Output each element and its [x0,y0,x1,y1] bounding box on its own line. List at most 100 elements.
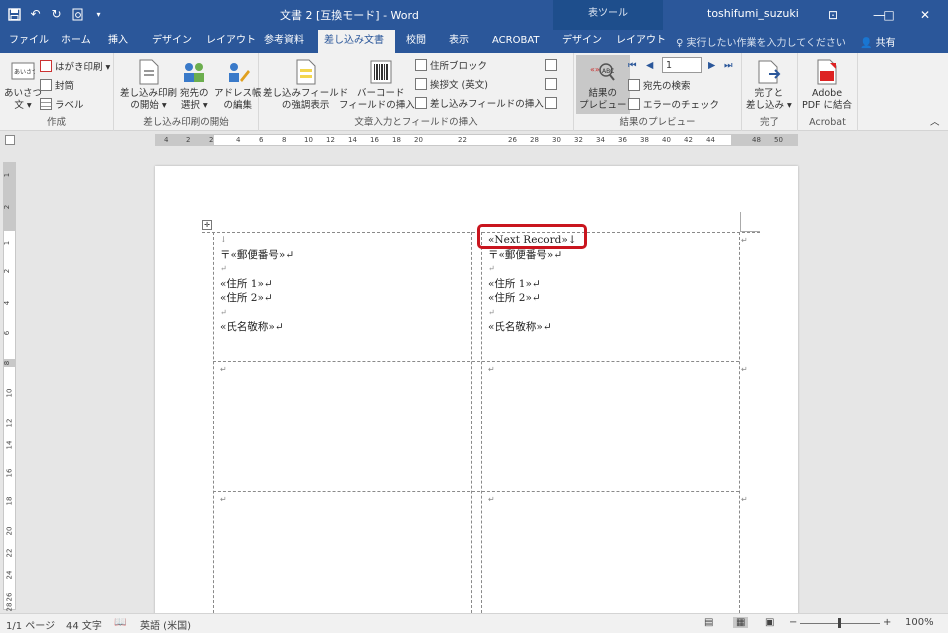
zoom-slider-thumb[interactable] [838,618,841,628]
ruler-number: 50 [774,136,783,144]
ruler-number: 20 [414,136,423,144]
zoom-in-button[interactable]: + [883,617,891,628]
highlight-annotation-box [477,224,587,249]
tab-acrobat[interactable]: ACROBAT [486,30,546,53]
web-layout-icon[interactable]: ▣ [765,617,774,628]
preview-results-button[interactable]: «» ABC 結果の プレビュー [576,55,630,114]
table-column-divider [481,232,482,613]
ruler-number: 22 [458,136,467,144]
address-block-label: 住所ブロック [430,61,488,72]
envelope-icon [40,79,52,91]
row-end-mark: ↵ [741,365,748,374]
print-preview-icon[interactable] [69,5,86,23]
greeting-line-button[interactable]: 挨拶文 (英文) [415,76,488,92]
zoom-out-button[interactable]: − [789,617,797,628]
finish-merge-button[interactable]: 完了と 差し込み ▾ [746,58,792,112]
check-errors-button[interactable]: エラーのチェック [628,96,719,112]
tab-table-design[interactable]: デザイン [556,30,608,53]
first-record-button[interactable]: ⏮ [628,57,637,73]
ruler-number: 10 [304,136,313,144]
share-button[interactable]: 👤 共有 [860,34,896,49]
table-cell-1[interactable]: ↓ 〒«郵便番号»↵ ↵ «住所 1»↵ «住所 2»↵ ↵ «氏名敬称»↵ [220,233,294,335]
envelope-button[interactable]: 封筒 [40,77,74,93]
rules-button[interactable] [545,57,557,73]
tab-layout[interactable]: レイアウト [200,30,262,53]
check-errors-label: エラーのチェック [643,100,720,111]
ribbon-display-options-button[interactable]: ⊡ [810,0,856,30]
previous-record-icon: ◀ [646,59,654,71]
window-title: 文書 2 [互換モード] - Word [280,9,419,22]
ruler-number: 28 [530,136,539,144]
postcard-print-button[interactable]: はがき印刷 ▾ [40,58,110,74]
close-button[interactable]: ✕ [902,0,948,30]
tell-me-box[interactable]: ♀ 実行したい作業を入力してください [676,34,846,49]
preview-label-2: プレビュー [579,100,627,111]
tab-review[interactable]: 校閲 [400,30,432,53]
person-icon: 👤 [860,38,876,49]
read-mode-icon[interactable]: ▤ [704,617,713,628]
save-icon[interactable] [6,5,23,23]
tab-table-layout[interactable]: レイアウト [610,30,672,53]
status-bar: 1/1 ページ 44 文字 📖 英語 (米国) ▤ ▦ ▣ − + 100% [0,613,948,633]
cell-mark: ↵ [220,365,227,374]
merge-field-postal-code: 〒«郵便番号»↵ [488,248,563,261]
customize-qat-icon[interactable]: ▾ [90,5,107,23]
print-layout-icon[interactable]: ▦ [733,617,749,628]
proofing-icon[interactable]: 📖 [114,617,126,628]
tab-home[interactable]: ホーム [55,30,97,53]
user-name[interactable]: toshifumi_suzuki [707,7,799,20]
quick-access-toolbar: ↶ ↻ ▾ [6,5,107,23]
tab-file[interactable]: ファイル [3,30,55,53]
update-labels-button[interactable] [545,95,557,111]
word-count[interactable]: 44 文字 [66,617,102,632]
group-finish-label: 完了 [759,117,779,128]
labels-button[interactable]: ラベル [40,96,84,112]
redo-icon[interactable]: ↻ [48,5,65,23]
table-move-handle-icon[interactable]: ✛ [202,220,212,230]
page-count[interactable]: 1/1 ページ [6,617,55,632]
highlight-fields-button[interactable]: 差し込みフィールド の強調表示 [263,58,348,112]
insert-barcode-button[interactable]: バーコード フィールドの挿入 ▾ [339,58,423,112]
undo-icon[interactable]: ↶ [27,5,44,23]
next-record-button[interactable]: ▶ [708,57,715,73]
tab-references[interactable]: 参考資料 [258,30,310,53]
record-number-input[interactable]: 1 [662,57,702,73]
adobe-pdf-icon [814,58,840,86]
tab-design[interactable]: デザイン [146,30,198,53]
adobe-pdf-merge-button[interactable]: Adobe PDF に結合 [802,58,852,112]
ruler-number: 20 [5,526,14,536]
tab-selector[interactable] [5,135,15,145]
horizontal-ruler[interactable]: 4 2 2 4 6 8 10 12 14 16 18 20 22 26 28 30 32 34 36 38 40 42 44… [155,134,798,146]
ruler-number: 4 [236,136,241,144]
paragraph-mark: ↵ [488,264,495,273]
tab-view[interactable]: 表示 [443,30,475,53]
find-recipient-button[interactable]: 宛先の検索 [628,77,691,93]
match-fields-button[interactable] [545,76,557,92]
address-block-button[interactable]: 住所ブロック [415,57,487,73]
labels-icon [40,98,52,110]
collapse-ribbon-button[interactable]: ︿ [930,113,940,129]
tab-mailings[interactable]: 差し込み文書 [318,30,395,53]
select-recipients-button[interactable]: 宛先の 選択 ▾ [180,58,209,112]
greetings-button[interactable]: あいさつ あいさつ 文 ▾ [4,58,42,112]
previous-record-button[interactable]: ◀ [646,57,653,73]
cell-mark: ↵ [220,495,227,504]
group-preview: «» ABC 結果の プレビュー ⏮ ◀ 1 ▶ ⏭ 宛先の検索 エラーのチェック… [574,53,742,131]
table-right-border [739,232,740,613]
last-record-button[interactable]: ⏭ [724,57,733,73]
envelope-label: 封筒 [55,81,75,92]
ruler-number: 26 [508,136,517,144]
ruler-number: 36 [618,136,627,144]
start-mail-merge-button[interactable]: 差し込み印刷 の開始 ▾ [120,58,177,112]
vertical-ruler[interactable]: 1 2 1 2 4 6 8 10 12 14 16 18 20 22 24 26 28 [3,162,16,611]
edit-recipient-list-button[interactable]: アドレス帳 の編集 [214,58,262,112]
cell-mark: ↵ [488,365,495,374]
tab-insert[interactable]: 挿入 [102,30,134,53]
barcode-label-1: バーコード [357,88,405,99]
highlight-fields-icon [293,58,319,86]
finish-label-1: 完了と [754,88,784,99]
insert-merge-field-button[interactable]: 差し込みフィールドの挿入 ▾ [415,95,552,111]
group-finish: 完了と 差し込み ▾ 完了 [742,53,798,131]
zoom-level[interactable]: 100% [905,617,934,628]
language-indicator[interactable]: 英語 (米国) [140,617,191,632]
